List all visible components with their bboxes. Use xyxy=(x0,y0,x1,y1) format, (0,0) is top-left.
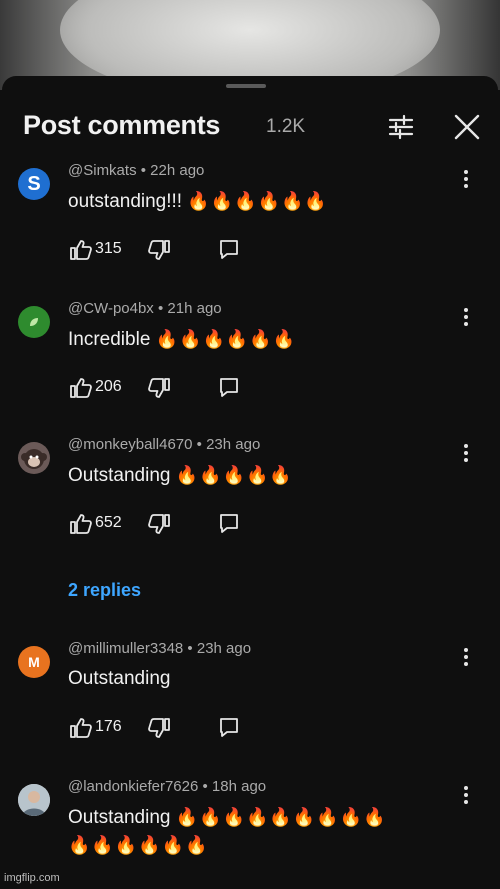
dislike-button[interactable] xyxy=(148,238,172,262)
comment-body: Outstanding xyxy=(68,465,171,486)
comment-text: Outstanding 🔥🔥🔥🔥🔥 xyxy=(68,461,293,490)
comment-meta: @landonkiefer7626 • 18h ago xyxy=(68,778,267,795)
comment-time: 21h ago xyxy=(167,300,222,317)
comment-time: 23h ago xyxy=(196,640,252,657)
monkey-avatar-icon xyxy=(21,449,47,469)
thumbs-down-icon xyxy=(148,378,170,398)
more-options-button[interactable] xyxy=(458,442,474,464)
like-button[interactable] xyxy=(68,238,94,262)
comments-sheet: Post comments 1.2K S @Simkats • 22h ago … xyxy=(2,76,498,889)
thumbs-up-icon xyxy=(70,240,92,260)
fire-emoji: 🔥🔥🔥🔥🔥🔥 xyxy=(155,329,297,349)
comment-text-continued: 🔥🔥🔥🔥🔥🔥 xyxy=(68,831,208,860)
comment-actions: 652 xyxy=(68,512,268,536)
reply-icon xyxy=(220,240,238,259)
comment-text: outstanding!!! 🔥🔥🔥🔥🔥🔥 xyxy=(68,187,328,216)
avatar[interactable]: S xyxy=(18,168,50,200)
comment-actions: 206 xyxy=(68,376,268,400)
comment-meta: @millimuller3348 • 23h ago xyxy=(68,640,252,657)
comment-text: Outstanding xyxy=(68,665,170,693)
like-button[interactable] xyxy=(68,716,94,740)
comment-body: Outstanding xyxy=(68,668,171,689)
kebab-menu-icon xyxy=(464,444,468,462)
fire-emoji: 🔥🔥🔥🔥🔥🔥 xyxy=(68,835,209,855)
avatar[interactable] xyxy=(18,442,50,474)
like-count: 315 xyxy=(95,240,122,257)
comment-actions: 176 xyxy=(68,716,268,740)
comment-author[interactable]: @CW-po4bx xyxy=(68,300,154,317)
kebab-menu-icon xyxy=(464,786,468,804)
comment-actions: 315 xyxy=(68,238,268,262)
avatar-letter: M xyxy=(28,654,40,670)
drag-handle[interactable] xyxy=(226,84,266,88)
avatar[interactable] xyxy=(18,784,50,816)
comment-time: 18h ago xyxy=(211,778,267,795)
kebab-menu-icon xyxy=(464,170,468,188)
like-count: 176 xyxy=(95,718,122,735)
comment-meta: @monkeyball4670 • 23h ago xyxy=(68,436,261,453)
like-count: 652 xyxy=(95,514,122,531)
kebab-menu-icon xyxy=(464,308,468,326)
like-button[interactable] xyxy=(68,376,94,400)
more-options-button[interactable] xyxy=(458,168,474,190)
reply-button[interactable] xyxy=(218,716,240,740)
page-title: Post comments xyxy=(23,110,221,140)
comment-text: Outstanding 🔥🔥🔥🔥🔥🔥🔥🔥🔥 xyxy=(68,803,386,832)
comment-time: 22h ago xyxy=(150,162,205,179)
thumbs-down-icon xyxy=(148,240,170,260)
comment-text: Incredible 🔥🔥🔥🔥🔥🔥 xyxy=(68,325,296,354)
thumbs-down-icon xyxy=(148,514,170,534)
dislike-button[interactable] xyxy=(148,716,172,740)
more-options-button[interactable] xyxy=(458,306,474,328)
kebab-menu-icon xyxy=(464,648,468,666)
view-replies-link[interactable]: 2 replies xyxy=(68,580,141,601)
leaf-icon xyxy=(30,318,38,326)
avatar-letter: S xyxy=(27,172,41,195)
comment-time: 23h ago xyxy=(206,436,261,453)
person-avatar-icon xyxy=(18,784,50,816)
comment-body: outstanding!!! xyxy=(68,191,183,212)
dislike-button[interactable] xyxy=(148,512,172,536)
comment-author[interactable]: @landonkiefer7626 xyxy=(68,778,198,795)
reply-icon xyxy=(220,718,238,737)
comments-header: Post comments 1.2K xyxy=(2,100,498,148)
watermark: imgflip.com xyxy=(4,872,60,884)
like-button[interactable] xyxy=(68,512,94,536)
thumbs-down-icon xyxy=(148,718,170,738)
fire-emoji: 🔥🔥🔥🔥🔥🔥🔥🔥🔥 xyxy=(175,807,387,827)
sliders-icon xyxy=(388,114,414,140)
comment-count: 1.2K xyxy=(266,116,306,137)
reply-button[interactable] xyxy=(218,238,240,262)
close-button[interactable] xyxy=(452,112,482,142)
comment-author[interactable]: @monkeyball4670 xyxy=(68,436,192,453)
filter-button[interactable] xyxy=(386,112,416,142)
comment-body: Incredible xyxy=(68,329,151,350)
thumbs-up-icon xyxy=(70,514,92,534)
avatar[interactable] xyxy=(18,306,50,338)
thumbs-up-icon xyxy=(70,718,92,738)
reply-button[interactable] xyxy=(218,512,240,536)
close-icon xyxy=(454,114,480,140)
more-options-button[interactable] xyxy=(458,646,474,668)
more-options-button[interactable] xyxy=(458,784,474,806)
comment-meta: @Simkats • 22h ago xyxy=(68,162,205,179)
avatar[interactable]: M xyxy=(18,646,50,678)
reply-button[interactable] xyxy=(218,376,240,400)
reply-icon xyxy=(220,378,238,397)
comment-author[interactable]: @Simkats xyxy=(68,162,137,179)
reply-icon xyxy=(220,514,238,533)
comment-meta: @CW-po4bx • 21h ago xyxy=(68,300,222,317)
dislike-button[interactable] xyxy=(148,376,172,400)
comment-author[interactable]: @millimuller3348 xyxy=(68,640,183,657)
comment-body: Outstanding xyxy=(68,807,171,828)
thumbs-up-icon xyxy=(70,378,92,398)
fire-emoji: 🔥🔥🔥🔥🔥🔥 xyxy=(187,191,328,211)
like-count: 206 xyxy=(95,378,122,395)
fire-emoji: 🔥🔥🔥🔥🔥 xyxy=(175,465,293,485)
